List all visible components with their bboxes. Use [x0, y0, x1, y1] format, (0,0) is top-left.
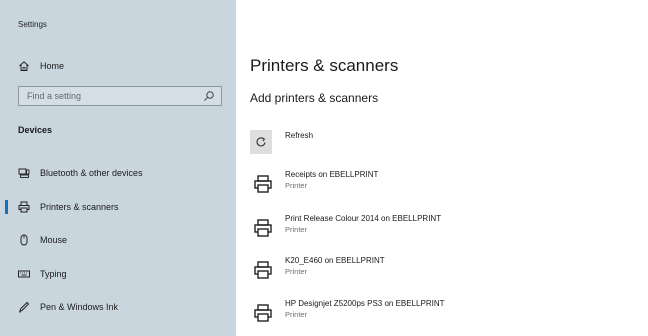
printer-icon: [254, 219, 272, 237]
sidebar-item-bluetooth-devices[interactable]: Bluetooth & other devices: [0, 160, 236, 186]
page-title: Printers & scanners: [250, 56, 399, 75]
sidebar-item-label: Printers & scanners: [40, 202, 119, 212]
home-icon: [18, 60, 30, 72]
printer-icon: [254, 261, 272, 279]
mouse-icon: [18, 234, 30, 246]
sidebar-item-typing[interactable]: Typing: [0, 261, 236, 287]
printer-item[interactable]: HP Designjet Z5200ps PS3 on EBELLPRINT P…: [250, 297, 610, 327]
refresh-icon: [256, 137, 266, 147]
search-icon: [204, 91, 214, 101]
printer-name: Print Release Colour 2014 on EBELLPRINT: [285, 214, 442, 223]
refresh-button[interactable]: [250, 130, 272, 154]
printer-type: Printer: [285, 310, 308, 319]
sidebar-item-mouse[interactable]: Mouse: [0, 227, 236, 253]
printer-type: Printer: [285, 181, 308, 190]
section-heading: Add printers & scanners: [250, 91, 379, 105]
printer-item[interactable]: K20_E460 on EBELLPRINT Printer: [250, 254, 610, 284]
search-input[interactable]: [19, 87, 199, 105]
main-content: Printers & scanners Add printers & scann…: [236, 0, 648, 336]
printer-item[interactable]: Print Release Colour 2014 on EBELLPRINT …: [250, 212, 610, 242]
sidebar-item-label: Bluetooth & other devices: [40, 168, 143, 178]
sidebar-item-printers-scanners[interactable]: Printers & scanners: [0, 194, 236, 220]
sidebar-item-label: Pen & Windows Ink: [40, 302, 119, 312]
sidebar-item-label: Home: [40, 61, 65, 71]
sidebar-item-label: Typing: [40, 269, 67, 279]
printer-item[interactable]: Receipts on EBELLPRINT Printer: [250, 168, 610, 198]
section-title: Devices: [18, 125, 53, 135]
sidebar-item-home[interactable]: Home: [0, 53, 236, 79]
sidebar-item-pen-windows-ink[interactable]: Pen & Windows Ink: [0, 294, 236, 320]
printer-type: Printer: [285, 225, 308, 234]
printer-type: Printer: [285, 267, 308, 276]
pen-icon: [18, 301, 30, 313]
printer-icon: [254, 304, 272, 322]
sidebar-item-label: Mouse: [40, 235, 68, 245]
keyboard-icon: [18, 268, 30, 280]
printer-icon: [18, 201, 30, 213]
sidebar: Settings Home Devices Bluetooth & other …: [0, 0, 236, 336]
refresh-label[interactable]: Refresh: [285, 131, 313, 140]
bluetooth-devices-icon: [18, 167, 30, 179]
printer-name: Receipts on EBELLPRINT: [285, 170, 379, 179]
printer-name: HP Designjet Z5200ps PS3 on EBELLPRINT: [285, 299, 445, 308]
app-title: Settings: [18, 20, 47, 29]
printer-icon: [254, 175, 272, 193]
printer-name: K20_E460 on EBELLPRINT: [285, 256, 385, 265]
search-box[interactable]: [18, 86, 222, 106]
